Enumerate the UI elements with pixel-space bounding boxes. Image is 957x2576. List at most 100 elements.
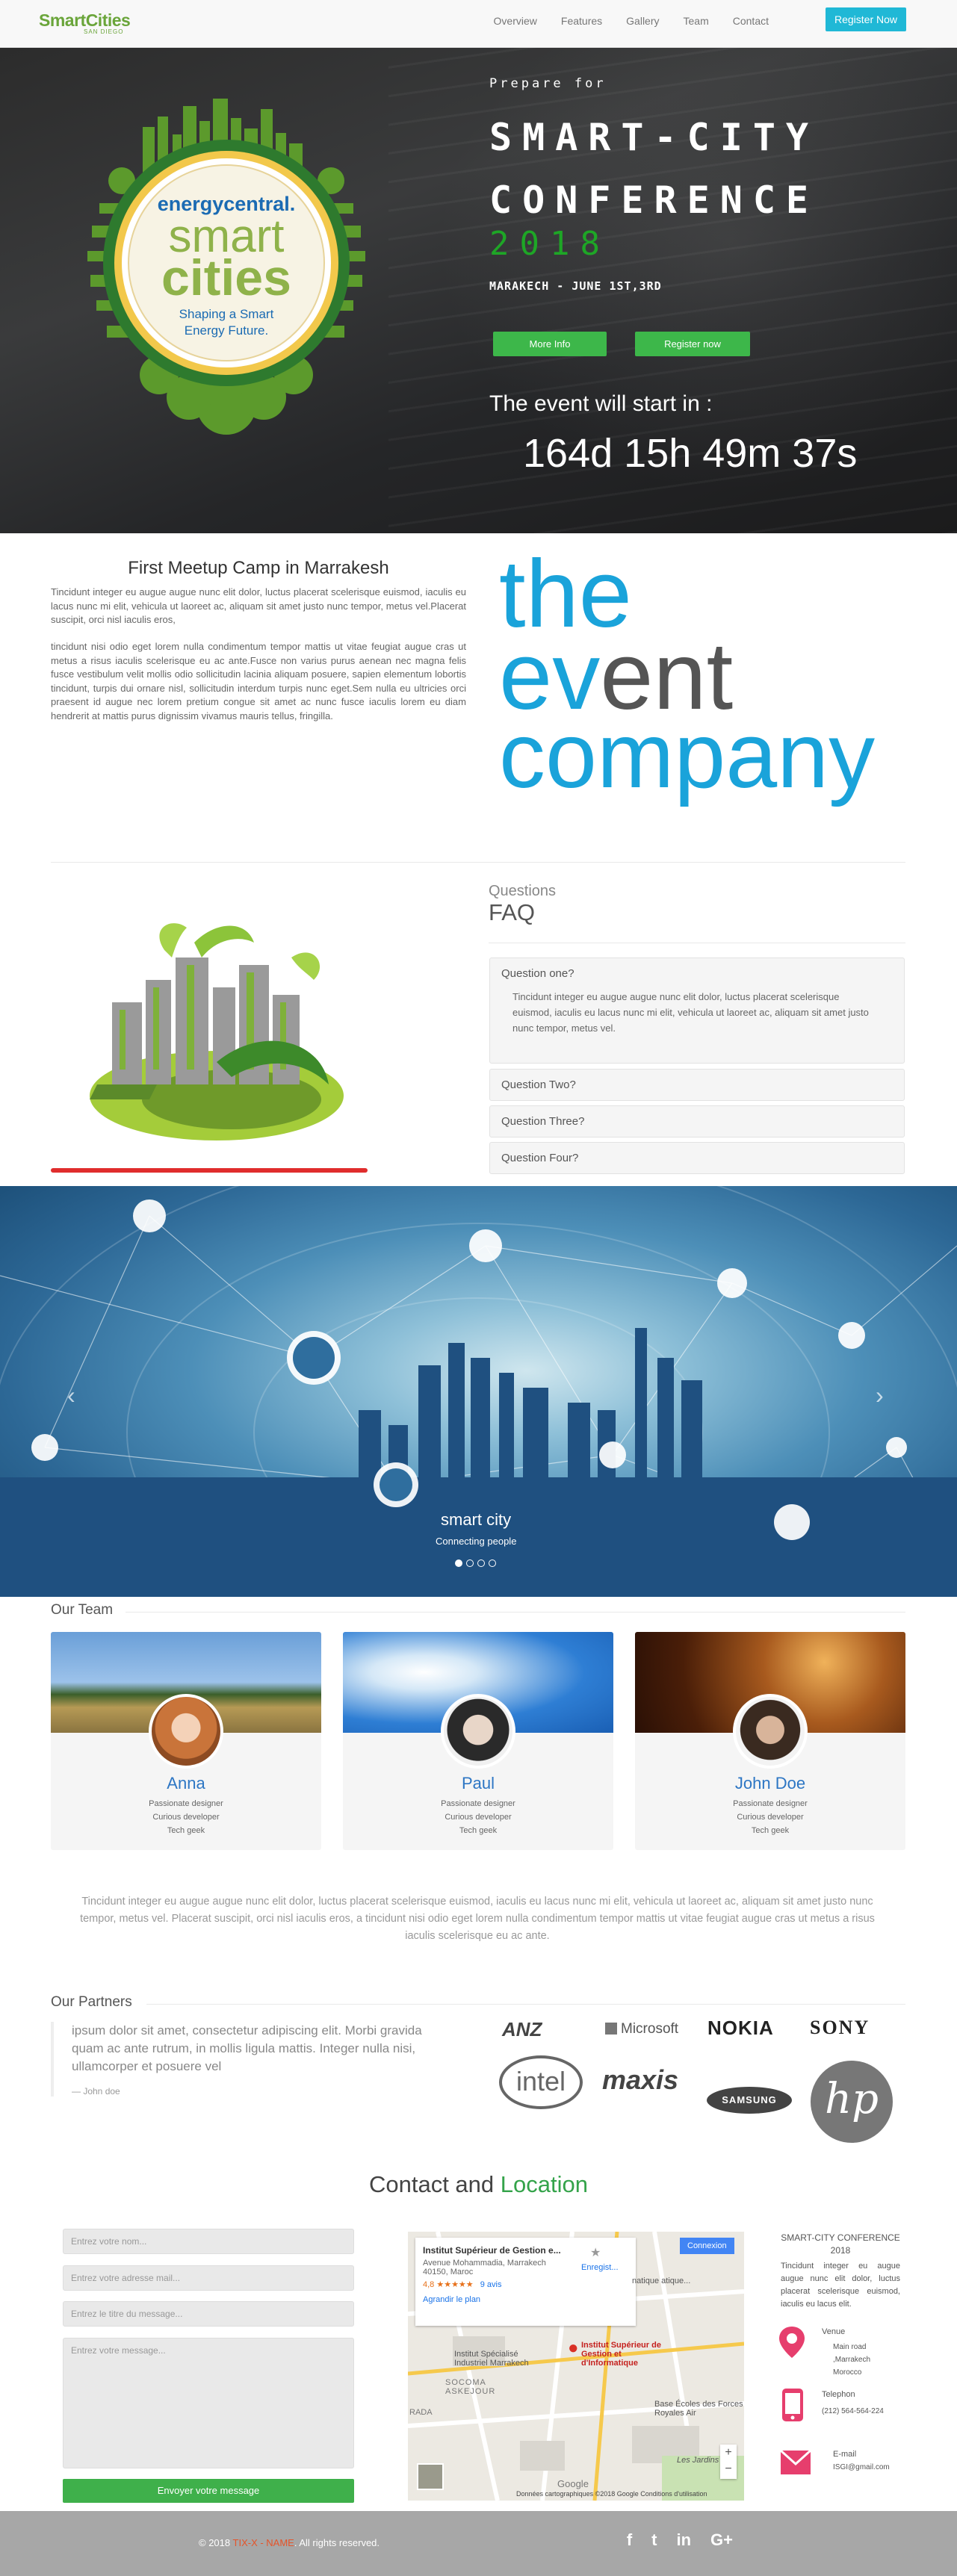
faq-item-one[interactable]: Question one? Tincidunt integer eu augue…	[489, 958, 905, 1064]
meetup-paragraph-1: Tincidunt integer eu augue augue nunc el…	[51, 586, 466, 625]
zoom-in-icon[interactable]: +	[720, 2445, 737, 2461]
faq-title: FAQ	[489, 899, 536, 925]
logo-text: SmartCities	[39, 10, 131, 30]
countdown-timer: 164d 15h 49m 37s	[523, 431, 858, 476]
hero-date: MARAKECH - JUNE 1ST,3RD	[489, 279, 662, 293]
logo-subtext: SAN DIEGO	[84, 28, 124, 35]
nav-links: Overview Features Gallery Team Contact	[482, 12, 781, 30]
microsoft-icon	[605, 2023, 617, 2035]
faq-item-two[interactable]: Question Two?	[489, 1069, 905, 1101]
map-label-4: Base Écoles des Forces Royales Air	[654, 2400, 743, 2418]
carousel-dot-1[interactable]	[455, 1559, 462, 1567]
quote-author: — John doe	[72, 2086, 120, 2097]
nav-team[interactable]: Team	[672, 12, 721, 30]
partner-logo-intel: intel	[499, 2055, 583, 2109]
name-field[interactable]: Entrez votre nom...	[63, 2229, 354, 2254]
meetup-paragraph-2: tincidunt nisi odio eget lorem nulla con…	[51, 641, 466, 721]
map-connexion-button[interactable]: Connexion	[680, 2238, 734, 2254]
partner-logo-microsoft: Microsoft	[605, 2021, 678, 2037]
carousel-subcaption: Connecting people	[436, 1536, 517, 1547]
map-save-link[interactable]: Enregist...	[581, 2263, 619, 2272]
team-member-role: Tech geek	[459, 1826, 498, 1835]
brand-logo[interactable]: SmartCities SAN DIEGO	[39, 10, 131, 35]
team-member-role: Passionate designer	[733, 1799, 808, 1808]
copyright-brand[interactable]: TIX-X - NAME	[233, 2537, 294, 2548]
carousel-dot-4[interactable]	[489, 1559, 496, 1567]
nav-contact[interactable]: Contact	[721, 12, 781, 30]
map-star-icon[interactable]: ★	[590, 2245, 601, 2260]
phone-label: Telephon	[822, 2390, 855, 2399]
carousel-next-icon[interactable]: ›	[876, 1382, 884, 1409]
map-label-6: RADA	[409, 2408, 433, 2417]
facebook-icon[interactable]: f	[627, 2530, 632, 2550]
team-member-role: Passionate designer	[149, 1799, 223, 1808]
carousel-dot-3[interactable]	[477, 1559, 485, 1567]
more-info-button[interactable]: More Info	[493, 332, 607, 356]
avatar	[441, 1694, 515, 1769]
partners-quote: ipsum dolor sit amet, consectetur adipis…	[51, 2022, 454, 2097]
team-member-role: Tech geek	[751, 1826, 790, 1835]
team-member-name: John Doe	[734, 1774, 806, 1793]
navbar: SmartCities SAN DIEGO Overview Features …	[0, 0, 957, 48]
partner-logo-anz: ANZ	[502, 2018, 542, 2040]
faq-question-three[interactable]: Question Three?	[490, 1106, 904, 1137]
map-satellite-thumbnail[interactable]	[417, 2463, 444, 2490]
carousel-caption: smart city	[441, 1510, 512, 1529]
map-info-card: Institut Supérieur de Gestion e... Avenu…	[415, 2238, 636, 2326]
map-pin-icon[interactable]: ●	[568, 2338, 579, 2359]
partner-logo-hp: hp	[811, 2061, 893, 2143]
nav-overview[interactable]: Overview	[482, 12, 549, 30]
zoom-out-icon[interactable]: −	[720, 2461, 737, 2477]
map-address: Avenue Mohammadia, Marrakech 40150, Maro…	[423, 2259, 546, 2276]
info-text: Tincidunt integer eu augue augue nunc el…	[781, 2262, 900, 2309]
footer: © 2018 TIX-X - NAME. All rights reserved…	[0, 2511, 957, 2576]
avatar	[149, 1694, 223, 1769]
hero-year: 2018	[489, 225, 610, 263]
team-member-name: Paul	[461, 1774, 495, 1793]
team-member-role: Passionate designer	[441, 1799, 515, 1808]
email-value[interactable]: ISGI@gmail.com	[833, 2463, 890, 2471]
emblem-line2: cities	[161, 249, 291, 306]
location-map[interactable]: Institut Supérieur de Gestion e... Avenu…	[408, 2232, 744, 2501]
nav-gallery[interactable]: Gallery	[614, 12, 671, 30]
team-card-anna: Anna Passionate designer Curious develop…	[51, 1632, 321, 1850]
phone-value: (212) 564-564-224	[822, 2407, 884, 2415]
google-plus-icon[interactable]: G+	[710, 2530, 733, 2550]
map-google-brand: Google	[557, 2478, 589, 2489]
faq-kicker: Questions	[489, 883, 557, 899]
event-company-logo: the event company	[499, 532, 917, 816]
linkedin-icon[interactable]: in	[676, 2530, 691, 2550]
carousel-prev-icon[interactable]: ‹	[67, 1382, 75, 1409]
phone-icon	[782, 2389, 803, 2421]
send-message-button[interactable]: Envoyer votre message	[63, 2479, 354, 2503]
partner-logo-sony: SONY	[810, 2017, 870, 2038]
location-pin-icon	[779, 2327, 805, 2358]
message-field[interactable]: Entrez votre message...	[63, 2338, 354, 2468]
faq-question-two[interactable]: Question Two?	[490, 1070, 904, 1100]
partners-heading: Our Partners	[51, 1994, 132, 2010]
subject-field[interactable]: Entrez le titre du message...	[63, 2301, 354, 2327]
faq-question-four[interactable]: Question Four?	[490, 1143, 904, 1173]
map-label-5: Les Jardins	[677, 2456, 719, 2465]
email-field[interactable]: Entrez votre adresse mail...	[63, 2265, 354, 2291]
quote-text: ipsum dolor sit amet, consectetur adipis…	[72, 2023, 422, 2073]
register-now-nav-button[interactable]: Register Now	[826, 7, 906, 31]
nav-features[interactable]: Features	[549, 12, 614, 30]
faq-item-four[interactable]: Question Four?	[489, 1142, 905, 1174]
team-paragraph: Tincidunt integer eu augue augue nunc el…	[80, 1896, 875, 1942]
faq-item-three[interactable]: Question Three?	[489, 1105, 905, 1138]
team-member-role: Tech geek	[167, 1826, 205, 1835]
map-reviews[interactable]: 9 avis	[480, 2280, 502, 2289]
email-icon	[779, 2449, 812, 2474]
map-label-2: Institut Spécialisé Industriel Marrakech	[454, 2350, 529, 2368]
partner-logo-samsung: SAMSUNG	[707, 2087, 792, 2114]
map-zoom-controls[interactable]: + −	[720, 2445, 737, 2479]
register-now-button[interactable]: Register now	[635, 332, 750, 356]
contact-info: SMART-CITY CONFERENCE 2018 Tincidunt int…	[779, 2232, 900, 2474]
green-city-illustration	[90, 923, 344, 1140]
twitter-icon[interactable]: t	[651, 2530, 657, 2550]
team-card-john-doe: John Doe Passionate designer Curious dev…	[635, 1632, 905, 1850]
carousel-dot-2[interactable]	[466, 1559, 474, 1567]
faq-question-one[interactable]: Question one?	[490, 958, 904, 989]
map-enlarge-link[interactable]: Agrandir le plan	[423, 2295, 628, 2304]
